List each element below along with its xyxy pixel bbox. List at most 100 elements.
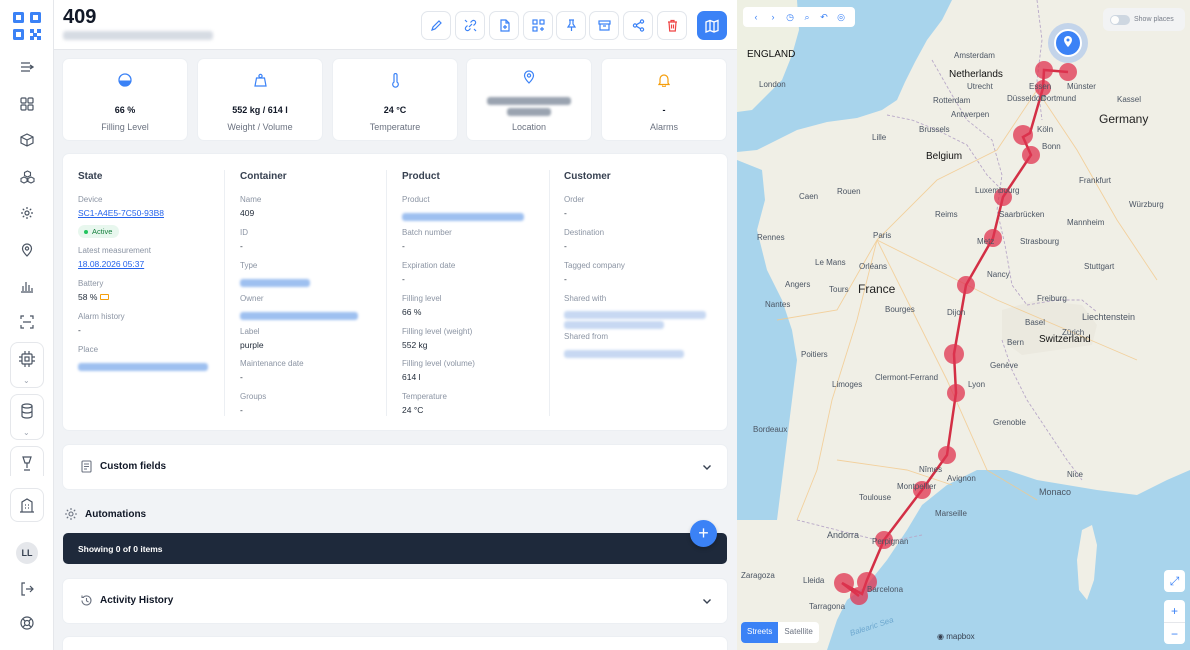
map-label: Dijon bbox=[947, 308, 966, 317]
stat-card-filling-level: 66 % Filling Level bbox=[63, 59, 187, 140]
map-label: Essen bbox=[1029, 82, 1052, 91]
place-value-redacted[interactable] bbox=[78, 358, 208, 376]
analytics-icon[interactable] bbox=[17, 276, 37, 296]
chevron-down-icon[interactable] bbox=[701, 460, 713, 472]
container-column: Container Name 409 ID - Type Owner Label… bbox=[240, 154, 390, 430]
activity-history-section[interactable]: Activity History bbox=[63, 579, 727, 623]
device-label: Device bbox=[78, 195, 103, 204]
qr-add-button[interactable] bbox=[523, 11, 553, 40]
map-label: France bbox=[858, 282, 896, 296]
weight-icon bbox=[198, 73, 322, 91]
device-link[interactable]: SC1-A4E5-7C50-93B8 bbox=[78, 208, 164, 218]
stat-label: Temperature bbox=[369, 122, 421, 132]
tagged-company-value: - bbox=[564, 274, 567, 284]
mapbox-attribution[interactable]: ◉ mapbox bbox=[937, 632, 975, 641]
expiration-label: Expiration date bbox=[402, 261, 456, 270]
sidebar-rail: ⌄ ⌄ LL bbox=[0, 0, 54, 650]
latest-measurement-label: Latest measurement bbox=[78, 246, 151, 255]
map-label: Zaragoza bbox=[741, 571, 775, 580]
map-label: Basel bbox=[1025, 318, 1046, 327]
latest-measurement-link[interactable]: 18.08.2026 05:37 bbox=[78, 259, 144, 269]
undo-icon[interactable]: ↶ bbox=[817, 12, 831, 23]
unlink-button[interactable] bbox=[455, 11, 485, 40]
forward-arrow-icon[interactable]: › bbox=[766, 12, 780, 22]
custom-fields-section[interactable]: Custom fields bbox=[63, 445, 727, 489]
help-lifebuoy-icon[interactable] bbox=[17, 613, 37, 633]
automations-header: Automations bbox=[63, 505, 727, 525]
edit-icon bbox=[430, 20, 442, 31]
collapse-menu-icon[interactable] bbox=[17, 57, 37, 77]
maintenance-label: Maintenance date bbox=[240, 359, 304, 368]
map-label: Barcelona bbox=[867, 585, 904, 594]
automation-gear-icon bbox=[64, 507, 78, 521]
archive-button[interactable] bbox=[589, 11, 619, 40]
back-arrow-icon[interactable]: ‹ bbox=[749, 12, 763, 22]
logout-icon[interactable] bbox=[17, 579, 37, 599]
dashboard-icon[interactable] bbox=[17, 94, 37, 114]
automations-items-bar: Showing 0 of 0 items bbox=[63, 533, 727, 564]
destination-label: Destination bbox=[564, 228, 605, 237]
type-value-redacted bbox=[240, 274, 310, 292]
zoom-search-icon[interactable]: ⌕ bbox=[800, 12, 814, 23]
show-places-label: Show places bbox=[1134, 16, 1174, 23]
stat-card-alarms: - Alarms bbox=[602, 59, 726, 140]
satellite-button[interactable]: Satellite bbox=[778, 622, 818, 643]
container-heading: Container bbox=[240, 171, 287, 182]
avatar[interactable]: LL bbox=[16, 542, 38, 564]
zoom-out-button[interactable]: − bbox=[1164, 622, 1185, 644]
box-icon[interactable] bbox=[17, 130, 37, 150]
pin-icon bbox=[566, 19, 576, 31]
map-view-button[interactable] bbox=[697, 11, 727, 40]
map-label: Lleida bbox=[803, 576, 825, 585]
delete-button[interactable] bbox=[657, 11, 687, 40]
map-label: Nice bbox=[1067, 470, 1084, 479]
map-label: Metz bbox=[977, 237, 995, 246]
fullscreen-button[interactable]: ⤢ bbox=[1164, 570, 1185, 592]
map-label: Freiburg bbox=[1037, 294, 1067, 303]
map-label: Amsterdam bbox=[954, 51, 995, 60]
map-label: Utrecht bbox=[967, 82, 993, 91]
map-label: Münster bbox=[1067, 82, 1096, 91]
boxes-icon[interactable] bbox=[17, 167, 37, 187]
sidebar-group-database[interactable]: ⌄ bbox=[10, 394, 44, 440]
map-label: Perpignan bbox=[872, 537, 909, 546]
map-label: Andorra bbox=[827, 530, 860, 540]
sidebar-group-building[interactable] bbox=[10, 488, 44, 522]
list-icon bbox=[80, 460, 94, 474]
show-places-toggle[interactable]: Show places bbox=[1103, 8, 1185, 31]
share-icon bbox=[632, 19, 644, 32]
zoom-controls: + − bbox=[1164, 600, 1185, 644]
map-label: Monaco bbox=[1039, 487, 1072, 497]
map-label: ENGLAND bbox=[747, 49, 796, 60]
map-label: Stuttgart bbox=[1084, 262, 1115, 271]
toggle-switch[interactable] bbox=[1110, 15, 1130, 25]
state-column: State Device SC1-A4E5-7C50-93B8 Active L… bbox=[78, 154, 228, 430]
scan-icon[interactable] bbox=[17, 312, 37, 332]
location-icon[interactable] bbox=[17, 240, 37, 260]
main-content: 66 % Filling Level 552 kg / 614 l Weight… bbox=[54, 50, 737, 650]
id-label: ID bbox=[240, 228, 248, 237]
map-label: Antwerpen bbox=[951, 110, 990, 119]
stat-card-location: Location bbox=[467, 59, 591, 140]
batch-value: - bbox=[402, 241, 405, 251]
share-button[interactable] bbox=[623, 11, 653, 40]
map-label: Mannheim bbox=[1067, 218, 1105, 227]
chevron-down-icon[interactable] bbox=[701, 594, 713, 606]
map-panel[interactable]: ENGLAND Netherlands Germany Belgium Fran… bbox=[737, 0, 1190, 650]
groups-value: - bbox=[240, 405, 243, 415]
settings-gear-icon[interactable] bbox=[17, 203, 37, 223]
map-label: Clermont-Ferrand bbox=[875, 373, 939, 382]
pin-button[interactable] bbox=[556, 11, 586, 40]
sidebar-group-lamp[interactable] bbox=[10, 446, 44, 476]
zoom-in-button[interactable]: + bbox=[1171, 600, 1178, 622]
product-label: Product bbox=[402, 195, 430, 204]
export-file-button[interactable] bbox=[489, 11, 519, 40]
qr-logo-icon[interactable] bbox=[12, 11, 42, 41]
id-value: - bbox=[240, 241, 243, 251]
streets-button[interactable]: Streets bbox=[741, 622, 779, 643]
clock-icon[interactable]: ◷ bbox=[783, 12, 797, 23]
add-automation-button[interactable]: + bbox=[690, 520, 717, 547]
sidebar-group-devices[interactable]: ⌄ bbox=[10, 342, 44, 388]
edit-button[interactable] bbox=[421, 11, 451, 40]
target-icon[interactable]: ◎ bbox=[834, 12, 848, 23]
